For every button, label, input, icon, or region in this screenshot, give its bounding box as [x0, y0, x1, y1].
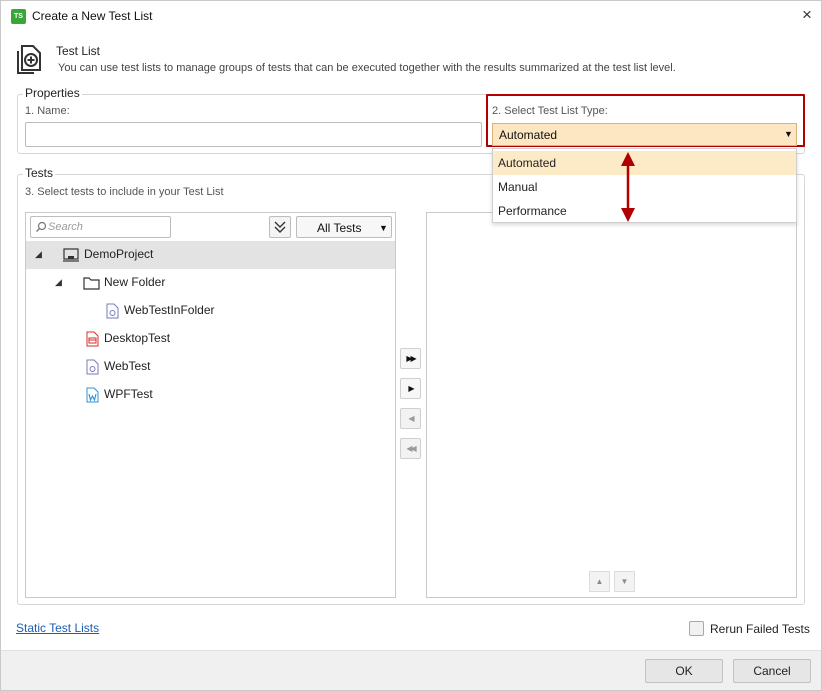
filter-arrow-icon: ▼	[379, 223, 388, 233]
arrow-left-icon: ◀	[408, 414, 414, 423]
double-arrow-right-icon: ▶▶	[406, 354, 416, 363]
tree-item-webtest[interactable]: WebTest	[26, 353, 395, 381]
header-title: Test List	[56, 44, 101, 58]
name-field[interactable]	[25, 122, 482, 147]
web-test-icon	[86, 359, 99, 375]
tests-instruction: 3. Select tests to include in your Test …	[25, 186, 224, 198]
cancel-button[interactable]: Cancel	[733, 659, 811, 683]
type-label: 2. Select Test List Type:	[492, 105, 608, 117]
web-test-icon	[106, 303, 119, 319]
collapse-all-button[interactable]	[269, 216, 291, 238]
desktop-test-icon	[86, 331, 99, 347]
arrow-down-icon: ▼	[620, 577, 629, 586]
search-icon	[36, 221, 47, 232]
type-selected-value: Automated	[499, 128, 558, 142]
ok-button[interactable]: OK	[645, 659, 723, 683]
remove-all-button[interactable]: ◀◀	[400, 438, 421, 459]
expanded-icon: ◢	[55, 277, 62, 287]
add-selected-button[interactable]: ▶	[400, 378, 421, 399]
remove-selected-button[interactable]: ◀	[400, 408, 421, 429]
type-option-performance[interactable]: Performance	[493, 199, 796, 223]
tree-item-new-folder[interactable]: ◢ New Folder	[26, 269, 395, 297]
rerun-failed-label: Rerun Failed Tests	[710, 622, 810, 636]
tree-item-wpftest[interactable]: WPFTest	[26, 381, 395, 409]
rerun-failed-checkbox[interactable]	[689, 621, 704, 636]
header-description: You can use test lists to manage groups …	[58, 62, 676, 74]
selected-tests-panel	[426, 212, 797, 598]
title-bar: TS Create a New Test List ×	[0, 0, 820, 32]
project-icon	[63, 248, 79, 262]
filter-value: All Tests	[317, 221, 362, 235]
wpf-test-icon	[86, 387, 99, 403]
double-arrow-left-icon: ◀◀	[406, 444, 416, 453]
tree-item-label: DemoProject	[84, 247, 154, 261]
search-placeholder: Search	[48, 221, 83, 233]
app-logo-icon: TS	[11, 9, 26, 24]
search-input[interactable]: Search	[30, 216, 171, 238]
close-button[interactable]: ×	[797, 4, 817, 26]
type-option-manual[interactable]: Manual	[493, 175, 796, 199]
move-down-button[interactable]: ▼	[614, 571, 635, 592]
tree-item-label: WPFTest	[104, 387, 153, 401]
arrow-up-icon: ▲	[595, 577, 604, 586]
folder-icon	[83, 277, 100, 290]
annotation-double-arrow-icon	[621, 152, 635, 222]
double-chevron-down-icon	[274, 221, 286, 233]
tree-item-demoproject[interactable]: ◢ DemoProject	[26, 241, 395, 269]
expanded-icon: ◢	[35, 249, 42, 259]
tree-item-label: WebTest	[104, 359, 151, 373]
tree-item-label: WebTestInFolder	[124, 303, 215, 317]
dropdown-arrow-icon: ▼	[784, 129, 793, 139]
tree-item-desktoptest[interactable]: DesktopTest	[26, 325, 395, 353]
move-up-button[interactable]: ▲	[589, 571, 610, 592]
tree-item-label: New Folder	[104, 275, 166, 289]
type-option-automated[interactable]: Automated	[493, 151, 796, 175]
tree-item-label: DesktopTest	[104, 331, 171, 345]
test-list-type-select[interactable]: Automated ▼	[492, 123, 797, 146]
window-title: Create a New Test List	[32, 9, 153, 23]
add-all-button[interactable]: ▶▶	[400, 348, 421, 369]
static-test-lists-link[interactable]: Static Test Lists	[16, 621, 99, 635]
test-filter-select[interactable]: All Tests ▼	[296, 216, 392, 238]
properties-legend: Properties	[23, 86, 82, 100]
test-list-icon	[17, 45, 41, 74]
tests-legend: Tests	[23, 166, 56, 180]
type-dropdown-list: Automated Manual Performance	[492, 148, 797, 223]
name-label: 1. Name:	[25, 105, 70, 117]
tree-item-webtestinfolder[interactable]: WebTestInFolder	[26, 297, 395, 325]
arrow-right-icon: ▶	[408, 384, 414, 393]
